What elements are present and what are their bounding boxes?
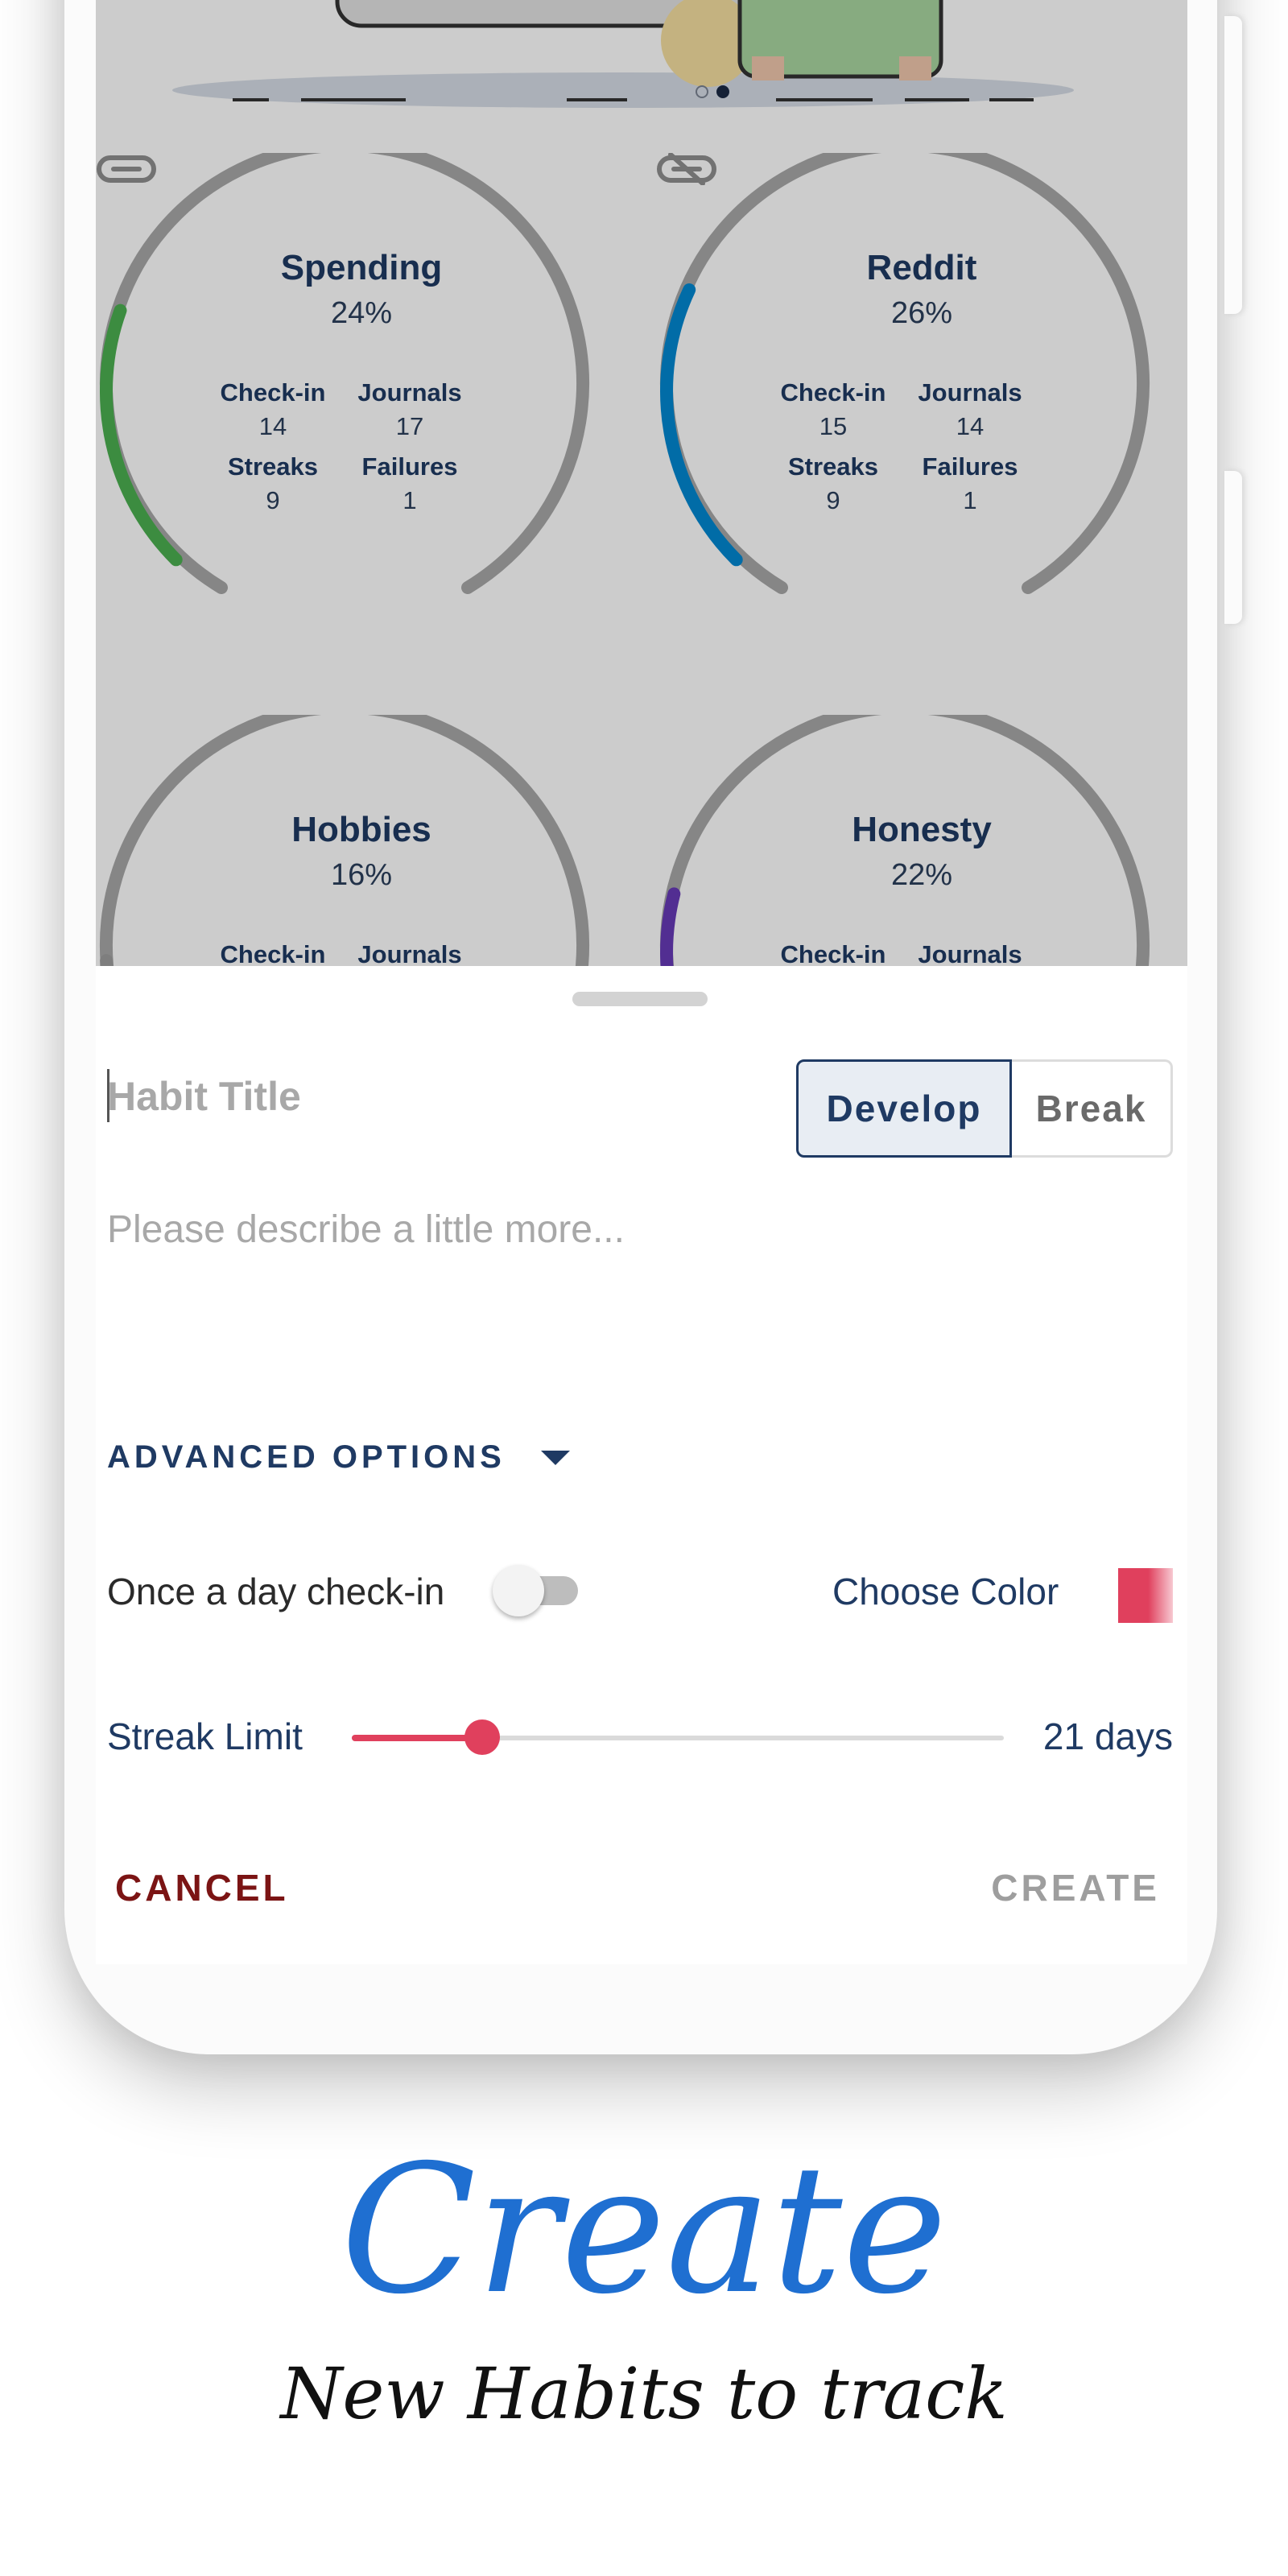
phone-side-button xyxy=(1224,16,1242,314)
link-off-icon[interactable] xyxy=(656,153,717,185)
create-button[interactable]: CREATE xyxy=(991,1866,1160,1909)
checkin-label: Check-in xyxy=(220,378,326,407)
switch-thumb xyxy=(493,1565,544,1616)
checkin-label: Check-in xyxy=(780,378,886,407)
checkin-value: 15 xyxy=(819,412,848,440)
habit-card-spending[interactable]: Spending 24% Check-in 14 Journals 17 Str… xyxy=(96,153,627,668)
habit-description-input[interactable] xyxy=(107,1208,1170,1280)
checkin-value: 14 xyxy=(258,412,287,440)
streak-limit-value: 21 days xyxy=(1042,1715,1173,1757)
drag-handle[interactable] xyxy=(572,992,708,1006)
habit-title: Reddit xyxy=(866,248,977,287)
habit-percent: 26% xyxy=(890,296,953,330)
journals-value: 14 xyxy=(956,412,985,440)
carousel-dot-active[interactable] xyxy=(716,85,729,98)
cancel-button[interactable]: CANCEL xyxy=(115,1866,289,1909)
caret-down-icon xyxy=(540,1450,570,1465)
checkin-stat: Check-in 14 xyxy=(200,378,345,441)
app-screen: Spending 24% Check-in 14 Journals 17 Str… xyxy=(96,0,1187,1964)
failures-value: 1 xyxy=(963,486,977,514)
slider-thumb[interactable] xyxy=(464,1719,500,1755)
carousel-indicator xyxy=(696,85,729,98)
streaks-stat: Streaks 9 xyxy=(200,452,345,515)
habit-title-input[interactable] xyxy=(107,1064,671,1129)
habit-percent: 24% xyxy=(330,296,393,330)
habit-title: Hobbies xyxy=(291,810,431,849)
carousel-dot[interactable] xyxy=(696,85,708,98)
habit-title: Spending xyxy=(280,248,443,287)
habit-dashboard: Spending 24% Check-in 14 Journals 17 Str… xyxy=(96,0,1187,1156)
streaks-stat: Streaks 9 xyxy=(761,452,906,515)
once-a-day-label: Once a day check-in xyxy=(107,1571,445,1612)
habit-percent: 22% xyxy=(890,858,953,892)
streak-limit-label: Streak Limit xyxy=(107,1715,303,1757)
phone-side-button xyxy=(1224,471,1242,624)
journals-stat: Journals 14 xyxy=(898,378,1042,441)
streaks-label: Streaks xyxy=(227,452,319,481)
link-icon[interactable] xyxy=(96,153,157,185)
color-swatch-button[interactable] xyxy=(1118,1568,1173,1623)
checkin-stat: Check-in xyxy=(200,940,345,969)
streak-limit-slider[interactable] xyxy=(352,1699,1004,1779)
failures-stat: Failures 1 xyxy=(898,452,1042,515)
journals-stat: Journals xyxy=(337,940,482,969)
streaks-value: 9 xyxy=(826,486,840,514)
failures-value: 1 xyxy=(402,486,417,514)
checkin-label: Check-in xyxy=(220,940,326,968)
subheadline: New Habits to track xyxy=(280,2352,1008,2435)
failures-stat: Failures 1 xyxy=(337,452,482,515)
slider-fill xyxy=(352,1735,482,1741)
checkin-stat: Check-in 15 xyxy=(761,378,906,441)
journals-label: Journals xyxy=(357,940,462,968)
develop-button[interactable]: Develop xyxy=(796,1059,1012,1158)
break-button[interactable]: Break xyxy=(1012,1059,1173,1158)
journals-label: Journals xyxy=(918,940,1022,968)
advanced-options-label: ADVANCED OPTIONS xyxy=(107,1439,506,1475)
journals-stat: Journals xyxy=(898,940,1042,969)
failures-label: Failures xyxy=(361,452,458,481)
streaks-value: 9 xyxy=(266,486,280,514)
checkin-stat: Check-in xyxy=(761,940,906,969)
banner-illustration xyxy=(172,0,1074,108)
journals-label: Journals xyxy=(918,378,1022,407)
advanced-options-toggle[interactable]: ADVANCED OPTIONS xyxy=(107,1439,570,1476)
habit-title: Honesty xyxy=(852,810,992,849)
journals-value: 17 xyxy=(395,412,424,440)
streaks-label: Streaks xyxy=(787,452,879,481)
checkin-label: Check-in xyxy=(780,940,886,968)
journals-label: Journals xyxy=(357,378,462,407)
text-cursor xyxy=(107,1069,109,1122)
onboarding-banner[interactable] xyxy=(96,0,1187,121)
journals-stat: Journals 17 xyxy=(337,378,482,441)
habit-card-reddit[interactable]: Reddit 26% Check-in 15 Journals 14 Strea… xyxy=(656,153,1187,668)
habit-percent: 16% xyxy=(330,858,393,892)
choose-color-label: Choose Color xyxy=(832,1571,1059,1612)
create-habit-sheet: Develop Break ADVANCED OPTIONS Once a da… xyxy=(96,966,1187,1964)
failures-label: Failures xyxy=(922,452,1018,481)
once-a-day-switch[interactable] xyxy=(493,1560,581,1618)
habit-type-toggle: Develop Break xyxy=(796,1059,1173,1158)
headline: Create xyxy=(341,2127,947,2333)
